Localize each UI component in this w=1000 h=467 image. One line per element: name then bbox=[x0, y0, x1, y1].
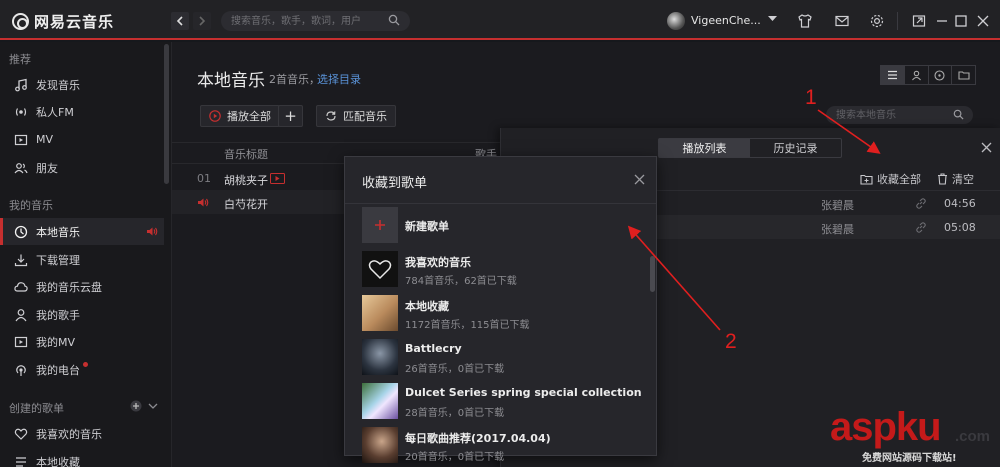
watermark-subtitle: 免费网站源码下载站! bbox=[862, 453, 957, 464]
annotation-label-1: 1 bbox=[805, 86, 817, 109]
watermark-logo: aspku bbox=[830, 405, 942, 449]
annotation-label-2: 2 bbox=[725, 330, 737, 353]
watermark-domain: .com bbox=[955, 428, 991, 445]
annotation-arrow-1 bbox=[817, 109, 881, 154]
annotation-arrows bbox=[627, 109, 881, 331]
annotation-arrow-2 bbox=[627, 225, 721, 331]
